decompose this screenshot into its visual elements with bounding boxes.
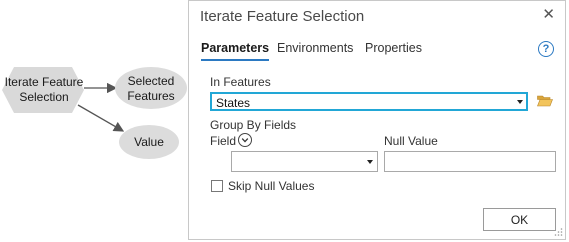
active-tab-indicator xyxy=(201,59,269,61)
skip-null-values-checkbox[interactable] xyxy=(211,180,223,192)
output2-text: Value xyxy=(134,135,164,149)
skip-null-values-label[interactable]: Skip Null Values xyxy=(228,179,314,193)
group-by-fields-label: Group By Fields xyxy=(210,118,297,132)
in-features-dropdown[interactable]: States xyxy=(210,92,528,111)
null-value-input[interactable] xyxy=(384,151,556,172)
in-features-label: In Features xyxy=(210,75,271,89)
in-features-value: States xyxy=(216,96,251,110)
ok-button[interactable]: OK xyxy=(483,208,556,231)
selected-features-label: Selected Features xyxy=(115,74,187,104)
resize-grip-icon[interactable] xyxy=(553,227,563,237)
connector-to-value xyxy=(77,104,125,132)
chevron-down-icon xyxy=(241,138,249,143)
tool-dialog: Iterate Feature Selection ✕ Parameters E… xyxy=(188,0,566,240)
dialog-title: Iterate Feature Selection xyxy=(200,8,365,25)
output1-line2: Features xyxy=(127,89,175,103)
output1-line1: Selected xyxy=(127,74,175,88)
title-bar[interactable]: Iterate Feature Selection ✕ xyxy=(189,1,565,33)
model-diagram: Iterate Feature Selection Selected Featu… xyxy=(0,0,190,242)
field-column-label: Field xyxy=(210,134,237,148)
close-icon[interactable]: ✕ xyxy=(542,7,555,23)
folder-open-icon[interactable] xyxy=(537,95,553,107)
chevron-down-icon xyxy=(517,100,523,104)
tab-properties[interactable]: Properties xyxy=(365,41,422,55)
field-dropdown[interactable] xyxy=(231,151,378,172)
tool-label-line2: Selection xyxy=(19,90,69,104)
tab-parameters[interactable]: Parameters xyxy=(201,41,269,55)
help-icon[interactable]: ? xyxy=(538,41,554,57)
expand-chevron-icon[interactable] xyxy=(238,133,252,147)
diagram-canvas xyxy=(2,67,187,159)
value-label: Value xyxy=(119,135,179,150)
tool-node-label: Iterate Feature Selection xyxy=(0,75,88,105)
null-value-label: Null Value xyxy=(384,134,438,148)
tool-label-line1: Iterate Feature xyxy=(4,75,84,89)
chevron-down-icon xyxy=(367,160,373,164)
tab-environments[interactable]: Environments xyxy=(277,41,353,55)
